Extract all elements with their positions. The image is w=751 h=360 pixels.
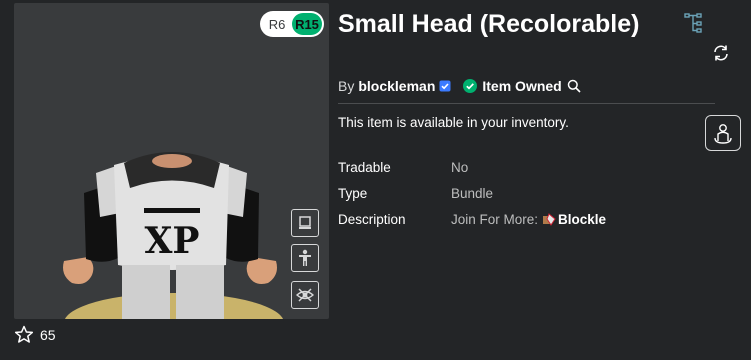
creator-link[interactable]: blockleman — [358, 78, 435, 94]
type-value: Bundle — [451, 186, 494, 201]
star-icon[interactable] — [14, 325, 34, 344]
avatar-right-leg — [176, 265, 224, 319]
group-link[interactable]: Blockle — [558, 212, 606, 227]
item-3d-viewer[interactable]: XP R6 R15 — [14, 3, 329, 319]
favorite-control[interactable]: 65 — [14, 325, 56, 344]
item-title: Small Head (Recolorable) — [338, 10, 640, 38]
check-circle-icon — [463, 79, 478, 93]
description-label: Description — [338, 212, 406, 227]
group-emblem-icon — [543, 213, 556, 226]
details-divider — [338, 103, 715, 104]
avatar-right-hand — [246, 257, 277, 284]
rig-option-r6[interactable]: R6 — [262, 13, 292, 35]
item-byline: By blockleman Item Owned — [338, 78, 581, 94]
description-text: Join For More: — [451, 212, 539, 227]
type-label: Type — [338, 186, 368, 201]
rig-option-r15[interactable]: R15 — [292, 13, 322, 35]
item-details-page: XP R6 R15 65 Small Head (Recolorable) By… — [0, 0, 751, 360]
favorite-count: 65 — [40, 326, 56, 343]
by-prefix: By — [338, 78, 355, 94]
avatar-shirt-text: XP — [144, 220, 199, 262]
avatar-left-leg — [122, 265, 170, 319]
try-on-button[interactable] — [705, 115, 741, 151]
tradable-label: Tradable — [338, 160, 391, 175]
camera-view-icon — [299, 216, 311, 229]
hide-accessories-icon — [296, 288, 314, 302]
pose-button[interactable] — [291, 244, 319, 272]
verified-badge-icon — [439, 80, 451, 92]
camera-view-button[interactable] — [291, 209, 319, 237]
inventory-notice: This item is available in your inventory… — [338, 115, 569, 130]
description-value: Join For More: Blockle — [451, 212, 606, 227]
rig-type-toggle[interactable]: R6 R15 — [260, 11, 324, 37]
search-icon[interactable] — [567, 79, 581, 93]
try-on-avatar-icon — [714, 124, 732, 144]
hierarchy-icon[interactable] — [684, 13, 702, 33]
avatar-render: XP — [63, 152, 283, 319]
hide-accessories-button[interactable] — [291, 281, 319, 309]
avatar-platform — [65, 293, 283, 319]
tradable-value: No — [451, 160, 469, 175]
avatar-left-hand — [63, 257, 94, 284]
item-owned-label: Item Owned — [482, 78, 562, 94]
refresh-icon[interactable] — [712, 44, 730, 62]
pose-figure-icon — [299, 249, 311, 266]
